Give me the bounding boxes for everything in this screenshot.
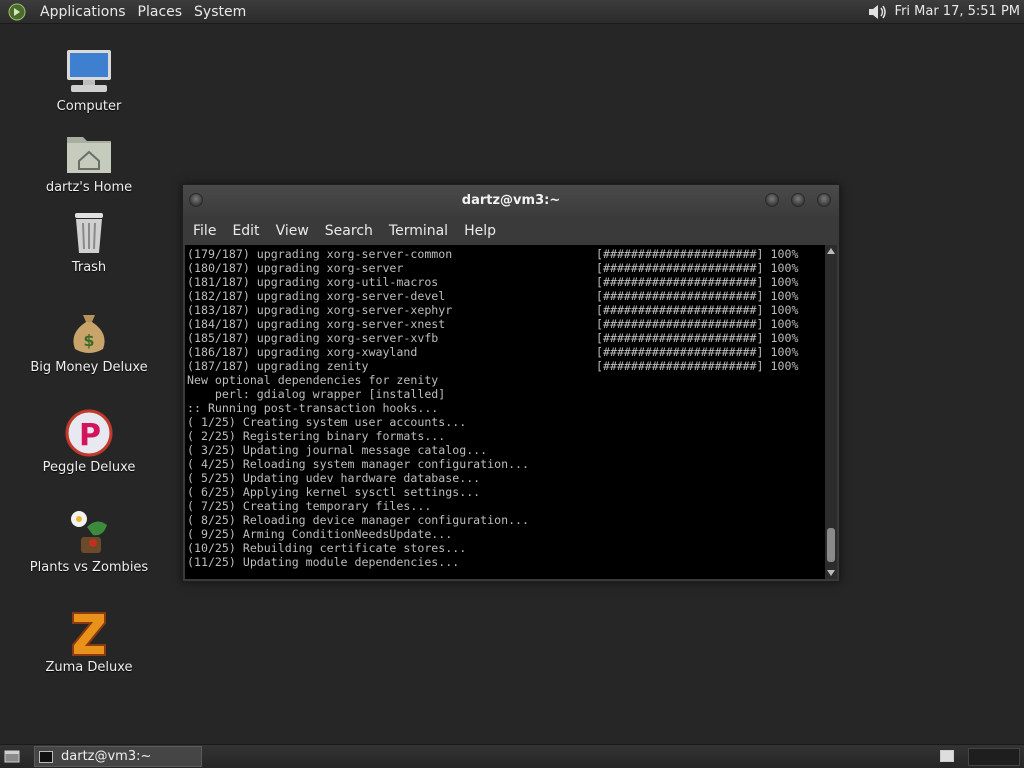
terminal-line: ( 5/25) Updating udev hardware database.… — [187, 471, 481, 485]
progress-bar-text: [######################] 100% — [596, 331, 799, 345]
terminal-line: ( 4/25) Reloading system manager configu… — [187, 457, 530, 471]
taskbar-item-terminal[interactable]: dartz@vm3:~ — [34, 746, 202, 767]
scrollbar-thumb[interactable] — [827, 528, 835, 562]
money-bag-icon: $ — [73, 315, 105, 353]
desktop-icon-label: Plants vs Zombies — [29, 560, 149, 575]
terminal-line: (183/187) upgrading xorg-server-xephyr [#… — [187, 303, 825, 317]
progress-bar-text: [######################] 100% — [596, 289, 799, 303]
clock[interactable]: Fri Mar 17, 5:51 PM — [889, 4, 1020, 19]
terminal-window[interactable]: dartz@vm3:~ File Edit View Search Termin… — [182, 184, 840, 582]
terminal-icon — [39, 750, 53, 763]
home-folder-icon — [67, 137, 111, 173]
terminal-line: (180/187) upgrading xorg-server [########… — [187, 261, 825, 275]
system-menu[interactable]: System — [188, 4, 252, 20]
terminal-line: :: Running post-transaction hooks... — [187, 401, 439, 415]
terminal-line-text: (179/187) upgrading xorg-server-common — [187, 247, 453, 261]
svg-text:$: $ — [83, 331, 94, 350]
terminal-line-text: (180/187) upgrading xorg-server — [187, 261, 404, 275]
terminal-line: ( 6/25) Applying kernel sysctl settings.… — [187, 485, 481, 499]
window-menu-icon[interactable] — [189, 193, 203, 207]
workspace-area[interactable] — [968, 748, 1020, 766]
terminal-line-text: (187/187) upgrading zenity — [187, 359, 369, 373]
menu-edit[interactable]: Edit — [226, 223, 265, 239]
desktop-icon-computer[interactable]: Computer — [14, 46, 164, 114]
terminal-line-text: (183/187) upgrading xorg-server-xephyr — [187, 303, 453, 317]
window-title: dartz@vm3:~ — [461, 193, 561, 208]
zuma-icon — [72, 612, 106, 656]
applications-menu[interactable]: Applications — [34, 4, 132, 20]
desktop-icon-label: Trash — [71, 260, 107, 275]
terminal-line: (11/25) Updating module dependencies... — [187, 555, 460, 569]
plants-vs-zombies-icon — [71, 511, 107, 553]
taskbar-item-label: dartz@vm3:~ — [61, 749, 152, 764]
menu-help[interactable]: Help — [458, 223, 502, 239]
terminal-line: (187/187) upgrading zenity [#############… — [187, 359, 825, 373]
terminal-line-text: (184/187) upgrading xorg-server-xnest — [187, 317, 446, 331]
desktop-icon-zuma[interactable]: Zuma Deluxe — [14, 607, 164, 675]
desktop-icon-pvz[interactable]: Plants vs Zombies — [14, 507, 164, 575]
terminal-scrollbar[interactable] — [825, 245, 837, 579]
terminal-line: (186/187) upgrading xorg-xwayland [######… — [187, 345, 825, 359]
desktop-icon-big-money[interactable]: $ Big Money Deluxe — [14, 307, 164, 375]
terminal-line: (182/187) upgrading xorg-server-devel [##… — [187, 289, 825, 303]
terminal-line: ( 3/25) Updating journal message catalog… — [187, 443, 488, 457]
window-titlebar[interactable]: dartz@vm3:~ — [183, 185, 839, 217]
desktop-icon-label: Peggle Deluxe — [42, 460, 136, 475]
progress-bar-text: [######################] 100% — [596, 261, 799, 275]
show-desktop-icon[interactable] — [4, 749, 20, 763]
desktop-icon-home[interactable]: dartz's Home — [14, 127, 164, 195]
terminal-line: (179/187) upgrading xorg-server-common [#… — [187, 247, 825, 261]
terminal-line: ( 8/25) Reloading device manager configu… — [187, 513, 530, 527]
peggle-icon: P — [65, 409, 113, 457]
terminal-line: (184/187) upgrading xorg-server-xnest [##… — [187, 317, 825, 331]
terminal-output[interactable]: (179/187) upgrading xorg-server-common [#… — [185, 245, 825, 579]
terminal-line: ( 2/25) Registering binary formats... — [187, 429, 446, 443]
progress-bar-text: [######################] 100% — [596, 303, 799, 317]
minimize-icon[interactable] — [765, 193, 779, 207]
terminal-line: (181/187) upgrading xorg-util-macros [###… — [187, 275, 825, 289]
terminal-line: ( 9/25) Arming ConditionNeedsUpdate... — [187, 527, 453, 541]
desktop-icon-label: Big Money Deluxe — [30, 360, 148, 375]
trash-icon — [75, 213, 103, 253]
progress-bar-text: [######################] 100% — [596, 275, 799, 289]
menu-file[interactable]: File — [187, 223, 222, 239]
terminal-line-text: (185/187) upgrading xorg-server-xvfb — [187, 331, 439, 345]
terminal-line: (10/25) Rebuilding certificate stores... — [187, 541, 467, 555]
mate-logo-icon[interactable] — [8, 3, 26, 21]
menu-search[interactable]: Search — [319, 223, 379, 239]
terminal-menubar: File Edit View Search Terminal Help — [183, 217, 839, 244]
svg-text:P: P — [79, 418, 101, 453]
top-panel: Applications Places System Fri Mar 17, 5… — [0, 0, 1024, 24]
terminal-line: perl: gdialog wrapper [installed] — [187, 387, 446, 401]
menu-terminal[interactable]: Terminal — [383, 223, 454, 239]
terminal-line-text: (186/187) upgrading xorg-xwayland — [187, 345, 418, 359]
scroll-down-icon[interactable] — [827, 570, 835, 576]
close-icon[interactable] — [817, 193, 831, 207]
desktop-icon-label: dartz's Home — [45, 180, 133, 195]
progress-bar-text: [######################] 100% — [596, 247, 799, 261]
menu-view[interactable]: View — [270, 223, 315, 239]
terminal-line: (185/187) upgrading xorg-server-xvfb [###… — [187, 331, 825, 345]
terminal-line: ( 7/25) Creating temporary files... — [187, 499, 432, 513]
maximize-icon[interactable] — [791, 193, 805, 207]
terminal-line: New optional dependencies for zenity — [187, 373, 439, 387]
workspace-switcher[interactable] — [940, 750, 954, 762]
places-menu[interactable]: Places — [132, 4, 189, 20]
terminal-line-text: (182/187) upgrading xorg-server-devel — [187, 289, 446, 303]
computer-icon — [67, 50, 111, 92]
desktop-icon-peggle[interactable]: P Peggle Deluxe — [14, 407, 164, 475]
bottom-panel: dartz@vm3:~ — [0, 744, 1024, 768]
desktop-icon-label: Zuma Deluxe — [45, 660, 133, 675]
desktop-icon-trash[interactable]: Trash — [14, 207, 164, 275]
terminal-line: ( 1/25) Creating system user accounts... — [187, 415, 467, 429]
scroll-up-icon[interactable] — [827, 248, 835, 254]
progress-bar-text: [######################] 100% — [596, 359, 799, 373]
progress-bar-text: [######################] 100% — [596, 317, 799, 331]
progress-bar-text: [######################] 100% — [596, 345, 799, 359]
volume-icon[interactable] — [867, 2, 889, 22]
terminal-line-text: (181/187) upgrading xorg-util-macros — [187, 275, 439, 289]
desktop-icon-label: Computer — [56, 99, 122, 114]
